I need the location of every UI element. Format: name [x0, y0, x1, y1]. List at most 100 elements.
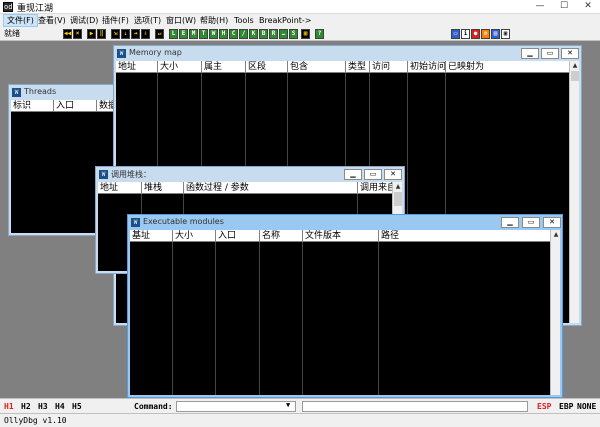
handles-window-icon[interactable]: H	[219, 29, 228, 39]
column-header[interactable]: 大小	[158, 61, 202, 73]
register-esp-button[interactable]: ESP	[537, 402, 551, 411]
executable-modules-window[interactable]: W Executable modules ▁ ▭ ✕ 基址 大小 入口 名称 文…	[127, 214, 563, 398]
menu-file[interactable]: 文件(F)	[3, 14, 38, 27]
memory-title-bar[interactable]: W Memory map ▁ ▭ ✕	[114, 46, 581, 61]
callstack-title: 调用堆栈：	[111, 170, 151, 179]
minimize-button[interactable]: ▁	[501, 217, 519, 228]
breakpoints-window-icon[interactable]: B	[259, 29, 268, 39]
menu-window[interactable]: 窗口(W)	[163, 15, 199, 26]
window-tile-icon[interactable]: ▭	[451, 29, 460, 39]
trace-over-icon[interactable]: ⇩	[141, 29, 150, 39]
execute-till-return-icon[interactable]: ↵	[155, 29, 164, 39]
options-icon[interactable]: ▣	[501, 29, 510, 39]
minimize-button[interactable]: —	[528, 0, 552, 13]
column-header[interactable]: 地址	[98, 182, 142, 194]
log-window-icon[interactable]: L	[169, 29, 178, 39]
column-header[interactable]: 堆栈	[142, 182, 184, 194]
memory-window-icon[interactable]: M	[189, 29, 198, 39]
status-label: 就绪	[4, 29, 20, 38]
info-icon[interactable]: i	[461, 29, 470, 39]
column-header[interactable]: 路径	[379, 230, 552, 242]
modules-window-icon[interactable]: E	[179, 29, 188, 39]
register-ebp-button[interactable]: EBP	[559, 402, 573, 411]
maximize-button[interactable]: ▭	[522, 217, 540, 228]
run-trace-window-icon[interactable]: …	[279, 29, 288, 39]
pause-icon[interactable]: ‖	[97, 29, 106, 39]
menu-tools[interactable]: Tools	[231, 15, 257, 26]
maximize-button[interactable]: ▭	[364, 169, 382, 180]
history-h3-button[interactable]: H3	[38, 402, 48, 411]
step-over-icon[interactable]: ⇣	[121, 29, 130, 39]
column-header[interactable]: 地址	[116, 61, 158, 73]
vertical-scrollbar[interactable]: ▲	[550, 230, 560, 395]
modules-title-bar[interactable]: W Executable modules ▁ ▭ ✕	[128, 215, 562, 230]
maximize-button[interactable]: ☐	[552, 0, 576, 13]
close-button[interactable]: ✕	[384, 169, 402, 180]
appearance-icon[interactable]: ▤	[491, 29, 500, 39]
callstack-title-bar[interactable]: W 调用堆栈： ▁ ▭ ✕	[96, 167, 404, 182]
modules-table[interactable]: 基址 大小 入口 名称 文件版本 路径 ▲	[130, 230, 560, 395]
trace-into-icon[interactable]: ⇥	[131, 29, 140, 39]
windows-window-icon[interactable]: W	[209, 29, 218, 39]
column-header[interactable]: 基址	[130, 230, 173, 242]
column-header[interactable]: 属主	[202, 61, 246, 73]
menu-debug[interactable]: 调试(D)	[67, 15, 101, 26]
patches-window-icon[interactable]: /	[239, 29, 248, 39]
scroll-thumb[interactable]	[394, 192, 402, 206]
vertical-scrollbar[interactable]: ▲	[569, 61, 579, 323]
close-program-icon[interactable]: ×	[73, 29, 82, 39]
history-h2-button[interactable]: H2	[21, 402, 31, 411]
source-window-icon[interactable]: S	[289, 29, 298, 39]
history-h4-button[interactable]: H4	[55, 402, 65, 411]
column-divider	[378, 242, 379, 395]
column-header[interactable]: 入口	[54, 100, 97, 112]
column-header[interactable]: 初始访问	[408, 61, 446, 73]
column-header[interactable]: 标识	[11, 100, 54, 112]
help-icon[interactable]: ?	[315, 29, 324, 39]
menu-view[interactable]: 查看(V)	[35, 15, 69, 26]
column-header[interactable]: 文件版本	[303, 230, 379, 242]
column-header[interactable]: 入口	[216, 230, 260, 242]
scroll-thumb[interactable]	[571, 71, 579, 81]
scroll-up-icon[interactable]: ▲	[570, 61, 579, 71]
history-h5-button[interactable]: H5	[72, 402, 82, 411]
column-header[interactable]: 已映射为	[446, 61, 571, 73]
close-button[interactable]: ✕	[576, 0, 600, 13]
ollydbg-icon: od	[3, 2, 13, 12]
minimize-button[interactable]: ▁	[344, 169, 362, 180]
cpu-window-icon[interactable]: C	[229, 29, 238, 39]
references-window-icon[interactable]: R	[269, 29, 278, 39]
step-into-icon[interactable]: ⇲	[111, 29, 120, 39]
close-button[interactable]: ✕	[543, 217, 561, 228]
threads-title-bar[interactable]: W Threads	[9, 85, 119, 100]
settings-icon[interactable]: ⚙	[481, 29, 490, 39]
minimize-button[interactable]: ▁	[521, 48, 539, 59]
history-h1-button[interactable]: H1	[4, 402, 14, 411]
column-header[interactable]: 区段	[246, 61, 288, 73]
restart-icon[interactable]: ◀◀	[63, 29, 72, 39]
column-header[interactable]: 名称	[260, 230, 303, 242]
record-icon[interactable]: ●	[471, 29, 480, 39]
menu-plugins[interactable]: 插件(F)	[99, 15, 132, 26]
column-header[interactable]: 函数过程 / 参数	[184, 182, 358, 194]
menu-help[interactable]: 帮助(H)	[197, 15, 231, 26]
column-header[interactable]: 调用来自	[358, 182, 394, 194]
register-none-button[interactable]: NONE	[577, 402, 596, 411]
call-stack-window-icon[interactable]: K	[249, 29, 258, 39]
scroll-up-icon[interactable]: ▲	[393, 182, 402, 192]
scroll-up-icon[interactable]: ▲	[551, 230, 560, 240]
maximize-button[interactable]: ▭	[541, 48, 559, 59]
chevron-down-icon[interactable]: ▼	[286, 401, 290, 409]
threads-title: Threads	[24, 87, 57, 96]
column-header[interactable]: 类型	[346, 61, 370, 73]
close-button[interactable]: ✕	[561, 48, 579, 59]
command-input[interactable]	[176, 401, 296, 412]
column-header[interactable]: 大小	[173, 230, 216, 242]
menu-breakpoint[interactable]: BreakPoint->	[256, 15, 315, 26]
threads-window-icon[interactable]: T	[199, 29, 208, 39]
menu-options[interactable]: 选项(T)	[131, 15, 164, 26]
column-header[interactable]: 包含	[288, 61, 346, 73]
grid-icon[interactable]: ▦	[301, 29, 310, 39]
run-icon[interactable]: ▶	[87, 29, 96, 39]
column-header[interactable]: 访问	[370, 61, 408, 73]
